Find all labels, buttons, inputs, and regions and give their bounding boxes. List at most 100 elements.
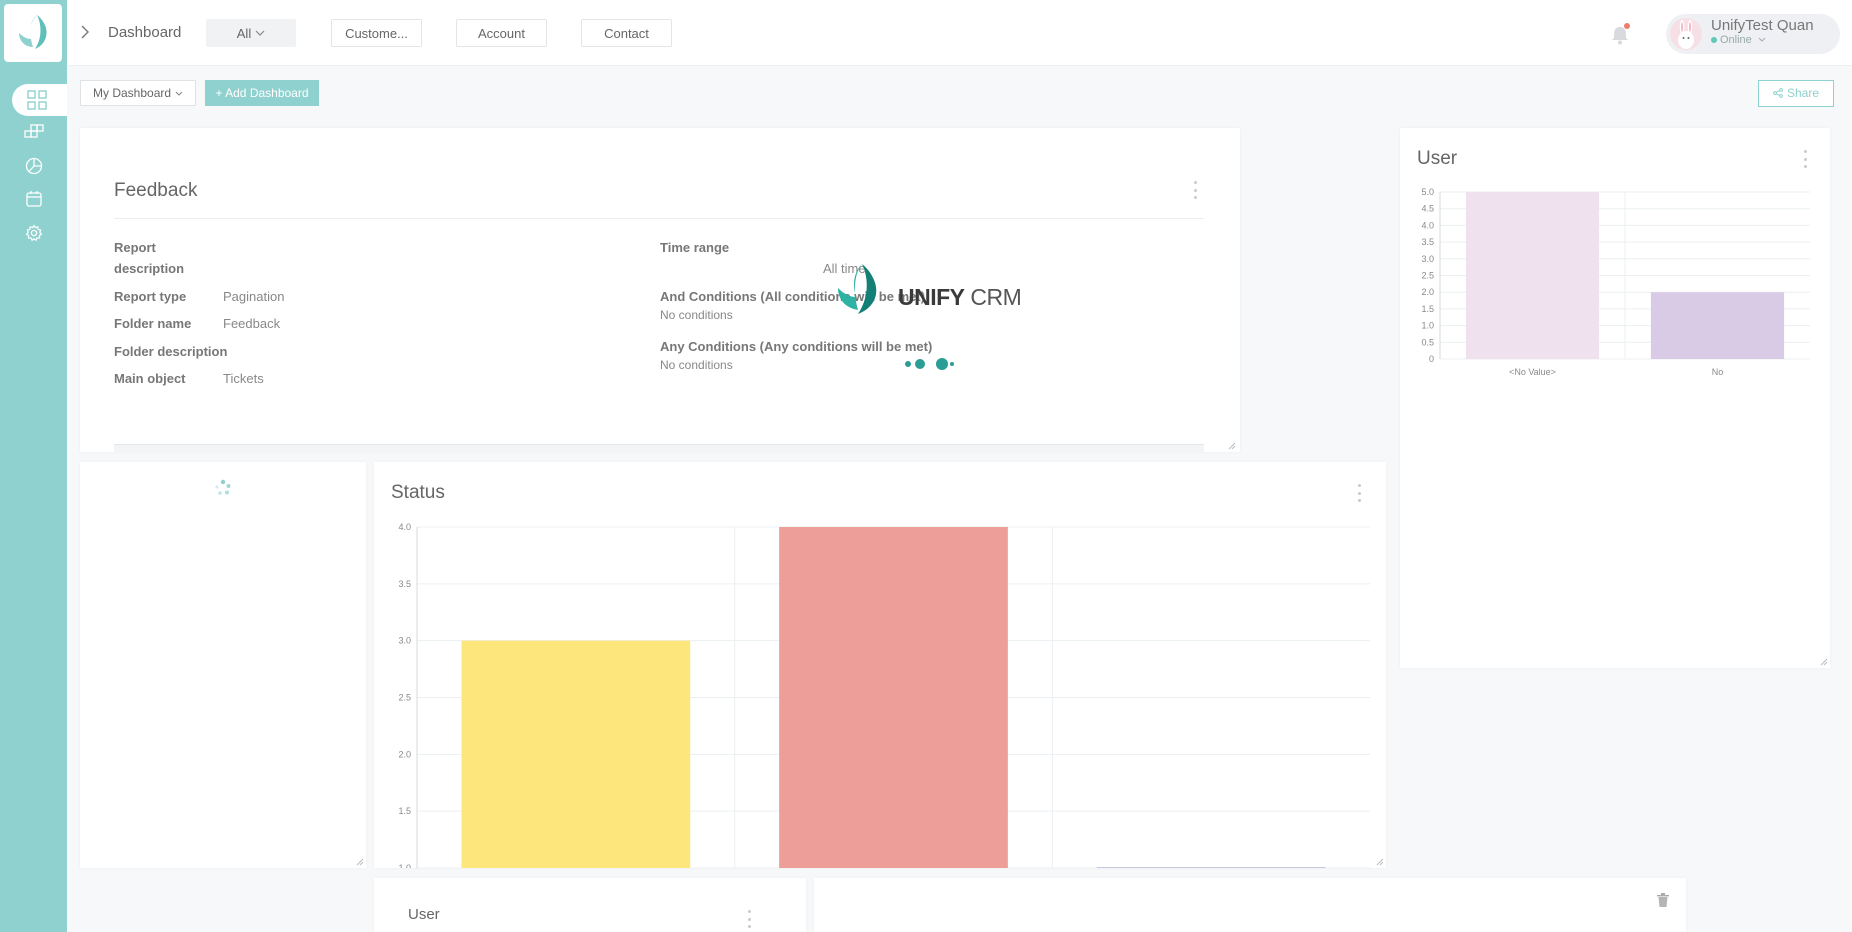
bar bbox=[461, 640, 691, 868]
unify-leaf-logo-icon bbox=[838, 264, 877, 314]
tab-label: Custome... bbox=[345, 25, 408, 41]
dashboard-grid-icon bbox=[26, 90, 47, 110]
y-tick-label: 2.0 bbox=[1421, 287, 1434, 297]
x-tick-label: <No Value> bbox=[1509, 367, 1556, 377]
y-tick-label: 2.5 bbox=[1421, 271, 1434, 281]
calendar-icon bbox=[26, 191, 42, 207]
resize-handle-icon[interactable] bbox=[356, 858, 364, 866]
folder-name-value: Feedback bbox=[223, 316, 281, 331]
sidebar-item-calendar[interactable] bbox=[14, 185, 54, 213]
tab-label: All bbox=[236, 25, 252, 41]
avatar bbox=[1670, 18, 1702, 50]
share-button[interactable]: Share bbox=[1758, 80, 1834, 107]
y-tick-label: 2.5 bbox=[398, 693, 411, 703]
chevron-down-icon bbox=[255, 30, 265, 36]
time-range-label: Time range bbox=[660, 240, 730, 255]
resize-handle-icon[interactable] bbox=[1376, 858, 1384, 866]
user-status: Online bbox=[1711, 34, 1766, 46]
modules-icon bbox=[24, 124, 44, 138]
divider bbox=[114, 218, 1204, 219]
y-tick-label: 1.5 bbox=[398, 806, 411, 816]
y-tick-label: 3.0 bbox=[1421, 254, 1434, 264]
app-logo[interactable] bbox=[4, 4, 62, 62]
sidebar-item-modules[interactable] bbox=[14, 118, 54, 146]
sidebar bbox=[0, 0, 67, 932]
leaf-logo-icon bbox=[19, 15, 47, 49]
tab-account[interactable]: Account bbox=[456, 19, 547, 47]
sidebar-item-settings[interactable] bbox=[14, 219, 54, 247]
bar bbox=[1465, 192, 1600, 359]
y-tick-label: 3.5 bbox=[398, 579, 411, 589]
tab-contact[interactable]: Contact bbox=[581, 19, 672, 47]
report-description-label: Report bbox=[114, 240, 156, 255]
online-dot bbox=[1711, 37, 1717, 43]
resize-handle-icon[interactable] bbox=[1820, 658, 1828, 666]
trash-icon[interactable] bbox=[1656, 892, 1670, 908]
y-tick-label: 2.0 bbox=[398, 749, 411, 759]
loading-card bbox=[80, 462, 366, 868]
notifications-button[interactable] bbox=[1610, 22, 1632, 46]
user-status-text: Online bbox=[1720, 34, 1752, 46]
report-description-label-2: description bbox=[114, 261, 185, 276]
chevron-right-icon bbox=[81, 25, 89, 39]
settings-gear-icon bbox=[25, 224, 43, 242]
tab-label: Account bbox=[478, 25, 525, 41]
user-name: UnifyTest Quan bbox=[1711, 17, 1814, 34]
brand-wordmark: UNIFY CRM bbox=[898, 284, 1022, 311]
feedback-report-card: Feedback Report description Report type … bbox=[80, 128, 1240, 452]
y-tick-label: 0 bbox=[1429, 354, 1434, 364]
y-tick-label: 1.5 bbox=[1421, 304, 1434, 314]
reports-pie-icon bbox=[25, 157, 43, 175]
bar bbox=[1650, 292, 1785, 359]
chevron-down-icon bbox=[1758, 37, 1766, 42]
tab-all[interactable]: All bbox=[206, 19, 296, 47]
user-menu[interactable]: UnifyTest Quan Online bbox=[1666, 14, 1840, 54]
and-conditions-value: No conditions bbox=[660, 308, 733, 322]
brand-bold: UNIFY bbox=[898, 284, 965, 310]
spinner-icon bbox=[215, 479, 231, 495]
brand-light: CRM bbox=[964, 284, 1022, 310]
breadcrumb: Dashboard bbox=[108, 24, 182, 41]
y-tick-label: 4.5 bbox=[1421, 204, 1434, 214]
main-object-value: Tickets bbox=[223, 371, 264, 386]
sidebar-item-dashboard[interactable] bbox=[12, 84, 67, 116]
folder-name-label: Folder name bbox=[114, 316, 192, 331]
add-dashboard-button[interactable]: + Add Dashboard bbox=[205, 80, 319, 106]
y-tick-label: 0.5 bbox=[1421, 337, 1434, 347]
main-object-label: Main object bbox=[114, 371, 186, 386]
user-bar-chart: 0 0.5 1.0 1.5 2.0 2.5 3.0 3.5 4.0 4.5 5.0 <No Value… bbox=[1421, 187, 1810, 377]
table-header-strip bbox=[114, 444, 1204, 452]
x-tick-label: No bbox=[1712, 367, 1724, 377]
loading-overlay: UNIFY CRM bbox=[836, 262, 1036, 322]
card-menu-button[interactable] bbox=[746, 910, 752, 928]
y-tick-label: 4.0 bbox=[1421, 220, 1434, 230]
share-icon bbox=[1773, 88, 1783, 98]
report-type-value: Pagination bbox=[223, 289, 285, 304]
y-tick-label: 3.5 bbox=[1421, 237, 1434, 247]
bar bbox=[779, 527, 1008, 868]
card-menu-button[interactable] bbox=[1192, 181, 1198, 199]
expand-sidebar-button[interactable] bbox=[75, 22, 95, 42]
share-label: Share bbox=[1786, 86, 1820, 100]
y-tick-label: 1.0 bbox=[398, 863, 411, 868]
card-title: User bbox=[408, 906, 440, 923]
bar bbox=[1096, 867, 1326, 868]
tab-customers[interactable]: Custome... bbox=[331, 19, 422, 47]
y-tick-label: 3.0 bbox=[398, 636, 411, 646]
y-tick-label: 5.0 bbox=[1421, 187, 1434, 197]
resize-handle-icon[interactable] bbox=[1228, 442, 1236, 450]
top-bar: Dashboard All Custome... Account Contact bbox=[67, 0, 1852, 66]
folder-description-label: Folder description bbox=[114, 344, 228, 359]
dashboard-select[interactable]: My Dashboard bbox=[80, 80, 196, 106]
card-title: Feedback bbox=[114, 180, 198, 201]
tab-label: Contact bbox=[604, 25, 649, 41]
user-small-card: User bbox=[374, 878, 806, 932]
empty-widget-card bbox=[814, 878, 1686, 932]
chevron-down-icon bbox=[175, 91, 183, 96]
loading-dots-icon bbox=[905, 358, 954, 370]
status-bar-chart: 1.0 1.5 2.0 2.5 3.0 3.5 4.0 bbox=[398, 522, 1370, 868]
notification-dot bbox=[1624, 23, 1630, 29]
bell-icon bbox=[1612, 23, 1630, 45]
y-tick-label: 4.0 bbox=[398, 522, 411, 532]
sidebar-item-reports[interactable] bbox=[14, 152, 54, 180]
